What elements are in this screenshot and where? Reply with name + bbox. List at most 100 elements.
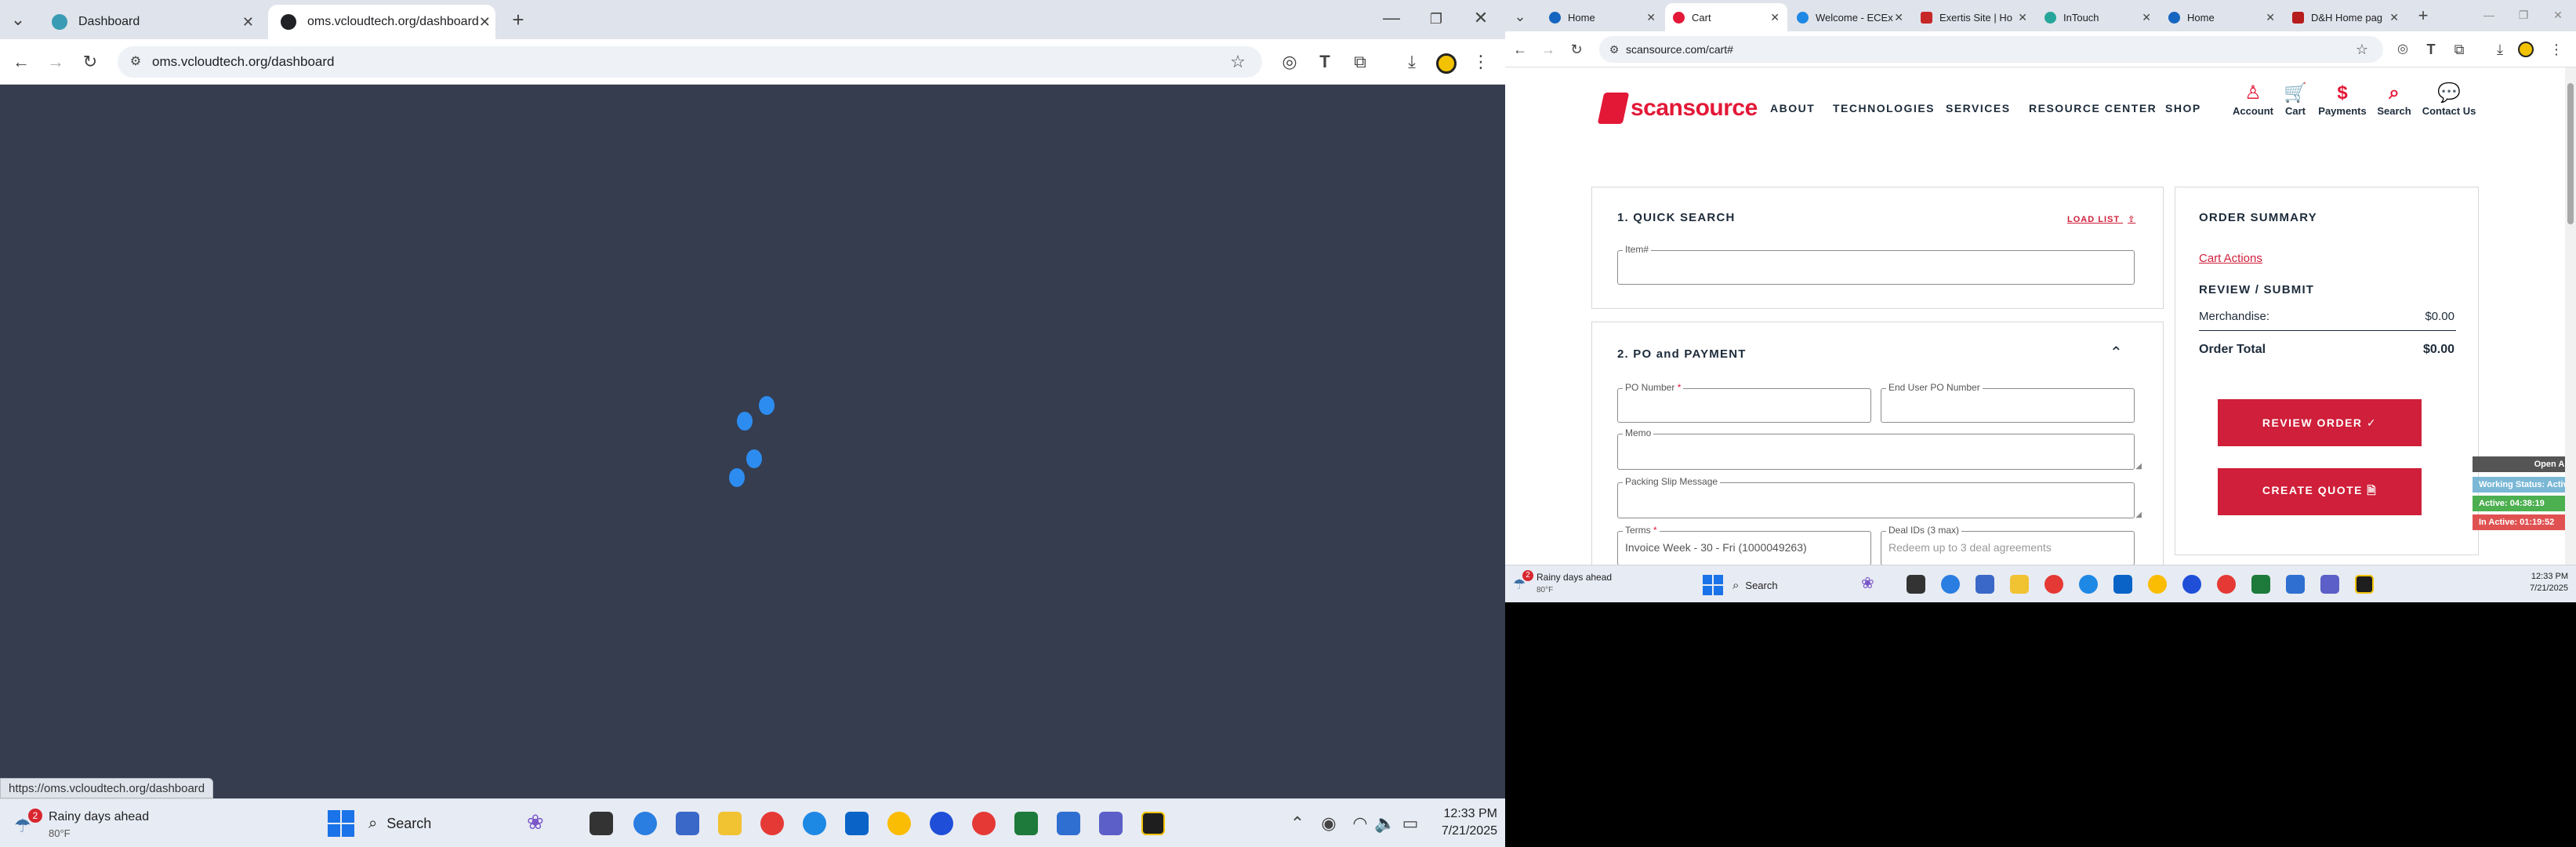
memo-textarea[interactable]: Memo ◢ <box>1617 427 2142 471</box>
review-order-button[interactable]: REVIEW ORDER ✓ <box>2218 399 2422 446</box>
right-tab-cart[interactable]: Cart ✕ <box>1665 3 1787 31</box>
right-tab[interactable]: Home ✕ <box>2161 3 2283 31</box>
left-address-bar[interactable]: ⚙ oms.vcloudtech.org/dashboard ☆ <box>118 46 1262 78</box>
new-tab-icon[interactable]: + <box>2411 4 2435 27</box>
close-icon[interactable]: ✕ <box>1770 11 1780 24</box>
reload-icon[interactable]: ↻ <box>1565 38 1588 61</box>
po-number-input[interactable]: PO Number * <box>1617 382 1871 423</box>
file-explorer-icon[interactable] <box>2010 575 2029 594</box>
close-icon[interactable]: ✕ <box>242 14 254 31</box>
chrome-alt-icon[interactable] <box>972 812 996 835</box>
close-icon[interactable]: ✕ <box>1646 11 1656 24</box>
edge-icon[interactable] <box>803 812 826 835</box>
extensions-icon[interactable]: ⧉ <box>1348 50 1372 74</box>
extensions-icon[interactable]: ⧉ <box>2447 38 2471 61</box>
site-info-icon[interactable]: ⚙ <box>124 50 147 74</box>
volume-icon[interactable]: 🔈 <box>1373 812 1397 835</box>
minimize-icon[interactable]: — <box>1380 6 1403 30</box>
chrome-profile-icon[interactable] <box>887 812 911 835</box>
tab-search-chevron-icon[interactable]: ⌄ <box>1508 5 1532 28</box>
zoom-icon[interactable] <box>930 812 953 835</box>
chrome-profile-icon[interactable] <box>2148 575 2167 594</box>
menu-dots-icon[interactable]: ⋮ <box>1469 50 1493 74</box>
nav-resource-center[interactable]: RESOURCE CENTER <box>2029 102 2157 115</box>
create-quote-button[interactable]: CREATE QUOTE 🗎 <box>2218 468 2422 515</box>
site-info-icon[interactable]: ⚙ <box>1602 38 1626 61</box>
windows-start-icon[interactable] <box>1703 575 1723 595</box>
forward-icon[interactable]: → <box>1537 38 1560 61</box>
close-icon[interactable]: ✕ <box>479 14 491 31</box>
sticky-app-icon[interactable] <box>1141 812 1165 835</box>
windows-start-icon[interactable] <box>328 810 354 837</box>
outlook-icon[interactable] <box>845 812 869 835</box>
scrollbar-thumb[interactable] <box>2567 83 2574 224</box>
restore-icon[interactable]: ❐ <box>1424 7 1448 31</box>
reload-icon[interactable]: ↻ <box>78 50 102 74</box>
collapse-chevron-icon[interactable]: ⌃ <box>2110 343 2123 362</box>
left-tab-dashboard[interactable]: Dashboard ✕ <box>39 5 267 39</box>
nav-services[interactable]: SERVICES <box>1946 102 2011 115</box>
back-icon[interactable]: ← <box>1508 38 1532 61</box>
load-list-link[interactable]: LOAD LIST ⇪ <box>2067 214 2135 224</box>
task-view-icon[interactable] <box>1907 575 1925 594</box>
bookmark-star-icon[interactable]: ☆ <box>1226 50 1250 74</box>
chrome-alt-icon[interactable] <box>2217 575 2236 594</box>
terms-select[interactable]: Terms * Invoice Week - 30 - Fri (1000049… <box>1617 525 1871 565</box>
reader-icon[interactable]: T <box>2419 38 2443 61</box>
translate-icon[interactable]: ◎ <box>2391 38 2415 61</box>
app-blue-icon[interactable] <box>2286 575 2305 594</box>
clock[interactable]: 12:33 PM 7/21/2025 <box>2509 572 2568 593</box>
resize-handle-icon[interactable]: ◢ <box>2135 462 2142 471</box>
right-tab[interactable]: D&H Home pag ✕ <box>2284 3 2407 31</box>
reader-icon[interactable]: T <box>1313 50 1337 74</box>
profile-avatar[interactable] <box>1436 53 1457 74</box>
tab-search-chevron-icon[interactable]: ⌄ <box>6 8 30 31</box>
copilot-icon[interactable]: ❀ <box>527 810 544 834</box>
end-user-po-input[interactable]: End User PO Number <box>1881 382 2135 423</box>
close-icon[interactable]: ✕ <box>1894 11 1903 24</box>
zoom-icon[interactable] <box>2182 575 2201 594</box>
bookmark-star-icon[interactable]: ☆ <box>2350 38 2374 61</box>
new-tab-icon[interactable]: + <box>506 8 530 31</box>
minimize-icon[interactable]: — <box>2477 3 2501 27</box>
wifi-icon[interactable]: ◠ <box>1348 812 1372 835</box>
chrome-icon[interactable] <box>760 812 784 835</box>
download-icon[interactable]: ⤓ <box>2488 38 2512 61</box>
tray-chevron-icon[interactable]: ⌃ <box>1286 812 1309 835</box>
menu-dots-icon[interactable]: ⋮ <box>2545 38 2568 61</box>
item-number-input[interactable]: Item# <box>1617 244 2135 285</box>
page-scrollbar[interactable] <box>2565 67 2576 565</box>
time-tracker-widget[interactable]: Open Ap Working Status: Activ Active: 04… <box>2473 456 2576 540</box>
left-tab-oms[interactable]: oms.vcloudtech.org/dashboard ✕ <box>268 5 495 39</box>
outlook-icon[interactable] <box>2113 575 2132 594</box>
file-explorer-icon[interactable] <box>718 812 742 835</box>
close-icon[interactable]: ✕ <box>2142 11 2151 24</box>
chrome-icon[interactable] <box>2044 575 2063 594</box>
util-search[interactable]: ⌕ Search <box>2363 82 2425 117</box>
scansource-logo[interactable]: scan source <box>1597 93 1758 124</box>
right-tab[interactable]: Home ✕ <box>1541 3 1664 31</box>
excel-icon[interactable] <box>1014 812 1038 835</box>
calculator-icon[interactable] <box>676 812 699 835</box>
app-blue-icon[interactable] <box>1057 812 1080 835</box>
weather-widget[interactable]: ☂ 2 Rainy days ahead 80°F <box>14 807 249 842</box>
window-close-icon[interactable]: ✕ <box>1469 6 1493 30</box>
deal-ids-input[interactable]: Deal IDs (3 max) Redeem up to 3 deal agr… <box>1881 525 2135 565</box>
right-tab[interactable]: InTouch ✕ <box>2037 3 2159 31</box>
teams-icon[interactable] <box>1099 812 1123 835</box>
cart-actions-link[interactable]: Cart Actions <box>2199 252 2262 265</box>
forward-icon[interactable]: → <box>44 50 67 74</box>
util-contact[interactable]: 💬 Contact Us <box>2418 82 2480 117</box>
download-icon[interactable]: ⤓ <box>1400 50 1424 74</box>
clock[interactable]: 12:33 PM 7/21/2025 <box>1427 807 1497 838</box>
right-address-bar[interactable]: ⚙ scansource.com/cart# ☆ <box>1599 36 2383 63</box>
window-close-icon[interactable]: ✕ <box>2546 3 2570 27</box>
nav-shop[interactable]: SHOP <box>2165 102 2201 115</box>
nav-technologies[interactable]: TECHNOLOGIES <box>1833 102 1935 115</box>
taskbar-search[interactable]: ⌕ Search <box>1732 575 1858 595</box>
sticky-app-icon[interactable] <box>2355 575 2374 594</box>
calculator-icon[interactable] <box>1976 575 1994 594</box>
tray-app-icon[interactable]: ◉ <box>1317 812 1341 835</box>
close-icon[interactable]: ✕ <box>2018 11 2027 24</box>
profile-avatar[interactable] <box>2518 42 2534 57</box>
